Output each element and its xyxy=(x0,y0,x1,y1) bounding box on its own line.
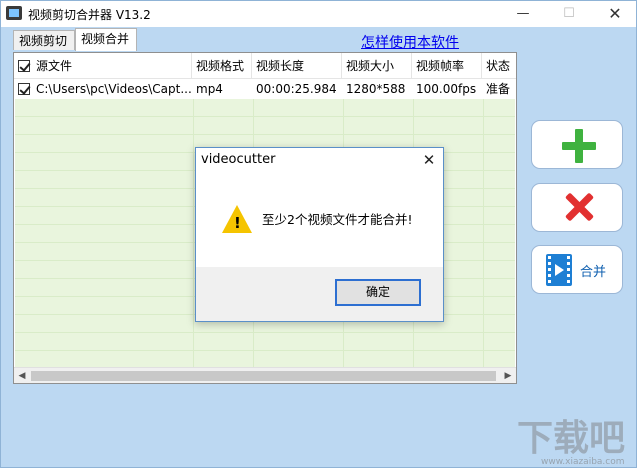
merge-button-label: 合并 xyxy=(580,265,607,280)
ok-button[interactable]: 确定 xyxy=(335,279,421,306)
column-source-file[interactable]: 源文件 xyxy=(14,53,192,79)
minimize-button[interactable]: — xyxy=(500,1,546,27)
add-file-button[interactable] xyxy=(531,120,623,169)
cell-format: mp4 xyxy=(196,82,223,96)
column-format[interactable]: 视频格式 xyxy=(192,53,252,79)
table-row[interactable]: C:\Users\pc\Videos\Capt... mp4 00:00:25.… xyxy=(14,80,516,98)
merge-button[interactable]: 合并 xyxy=(531,245,623,294)
warning-mark: ! xyxy=(234,214,241,232)
column-status[interactable]: 状态 xyxy=(482,53,516,79)
list-header: 源文件 视频格式 视频长度 视频大小 视频帧率 状态 xyxy=(14,53,516,79)
row-checkbox[interactable] xyxy=(18,83,30,95)
plus-icon xyxy=(562,129,596,163)
maximize-button[interactable]: ☐ xyxy=(546,1,592,27)
help-link[interactable]: 怎样使用本软件 xyxy=(361,32,459,52)
tab-video-merge[interactable]: 视频合并 xyxy=(75,28,137,51)
cell-status: 准备 xyxy=(486,82,511,96)
column-fps[interactable]: 视频帧率 xyxy=(412,53,482,79)
film-icon xyxy=(546,254,572,286)
message-dialog: videocutter ✕ ! 至少2个视频文件才能合并! 确定 xyxy=(195,147,444,322)
dialog-message: 至少2个视频文件才能合并! xyxy=(262,212,413,227)
delete-icon xyxy=(565,193,593,221)
dialog-close-icon[interactable]: ✕ xyxy=(415,149,443,171)
scroll-left-icon[interactable]: ◀ xyxy=(14,368,30,384)
remove-file-button[interactable] xyxy=(531,183,623,232)
cell-fps: 100.00fps xyxy=(416,82,477,96)
cell-file: C:\Users\pc\Videos\Capt... xyxy=(14,80,192,98)
column-duration[interactable]: 视频长度 xyxy=(252,53,342,79)
column-label: 源文件 xyxy=(36,59,73,73)
play-icon xyxy=(555,264,564,276)
watermark-logo: 下载吧 xyxy=(517,418,626,459)
dialog-title: videocutter xyxy=(201,152,276,167)
main-window: 视频剪切合并器 V13.2 — ☐ ✕ 视频剪切 视频合并 怎样使用本软件 源文… xyxy=(0,0,637,468)
column-size[interactable]: 视频大小 xyxy=(342,53,412,79)
dialog-footer: 确定 xyxy=(196,267,443,321)
scroll-right-icon[interactable]: ▶ xyxy=(500,368,516,384)
cell-size: 1280*588 xyxy=(346,82,406,96)
cell-duration: 00:00:25.984 xyxy=(256,82,337,96)
file-path: C:\Users\pc\Videos\Capt... xyxy=(36,82,192,96)
horizontal-scrollbar[interactable]: ◀ ▶ xyxy=(14,367,516,383)
title-bar[interactable]: 视频剪切合并器 V13.2 — ☐ ✕ xyxy=(1,1,636,27)
watermark-url: www.xiazaiba.com xyxy=(541,457,625,467)
window-title: 视频剪切合并器 V13.2 xyxy=(28,8,151,22)
close-button[interactable]: ✕ xyxy=(592,1,637,27)
tab-video-cut[interactable]: 视频剪切 xyxy=(13,30,75,50)
scroll-thumb[interactable] xyxy=(31,371,496,381)
select-all-checkbox[interactable] xyxy=(18,60,30,72)
app-icon xyxy=(6,6,22,20)
